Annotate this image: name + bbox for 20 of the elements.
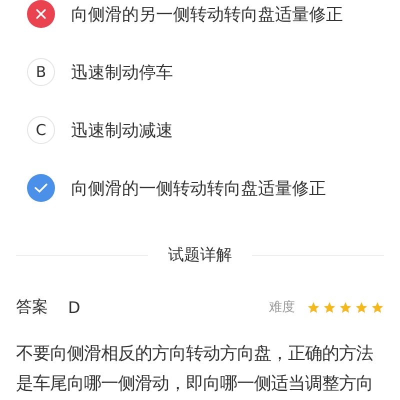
star-icon	[307, 300, 320, 314]
star-icon	[371, 300, 384, 314]
option-letter[interactable]: C	[27, 116, 55, 144]
star-icon	[323, 300, 336, 314]
difficulty-label: 难度	[269, 299, 295, 316]
option-text[interactable]: 向侧滑的一侧转动转向盘适量修正	[71, 176, 326, 200]
option-marker[interactable]	[27, 174, 55, 202]
answer-value: D	[68, 298, 80, 316]
cross-icon	[35, 8, 47, 20]
option-text[interactable]: 迅速制动停车	[71, 60, 173, 84]
option-marker[interactable]	[27, 0, 55, 28]
explanation-text: 不要向侧滑相反的方向转动方向盘，正确的方法是车尾向哪一侧滑动，即向哪一侧适当调整方向	[16, 343, 374, 396]
answer-label: 答案	[16, 296, 48, 318]
option-text[interactable]: 迅速制动减速	[71, 118, 173, 142]
star-icon	[339, 300, 352, 314]
option-text[interactable]: 向侧滑的另一侧转动转向盘适量修正	[71, 2, 343, 26]
check-icon	[34, 183, 48, 193]
option-letter[interactable]: B	[27, 58, 55, 86]
section-title: 试题详解	[168, 244, 232, 266]
star-icon	[355, 300, 368, 314]
